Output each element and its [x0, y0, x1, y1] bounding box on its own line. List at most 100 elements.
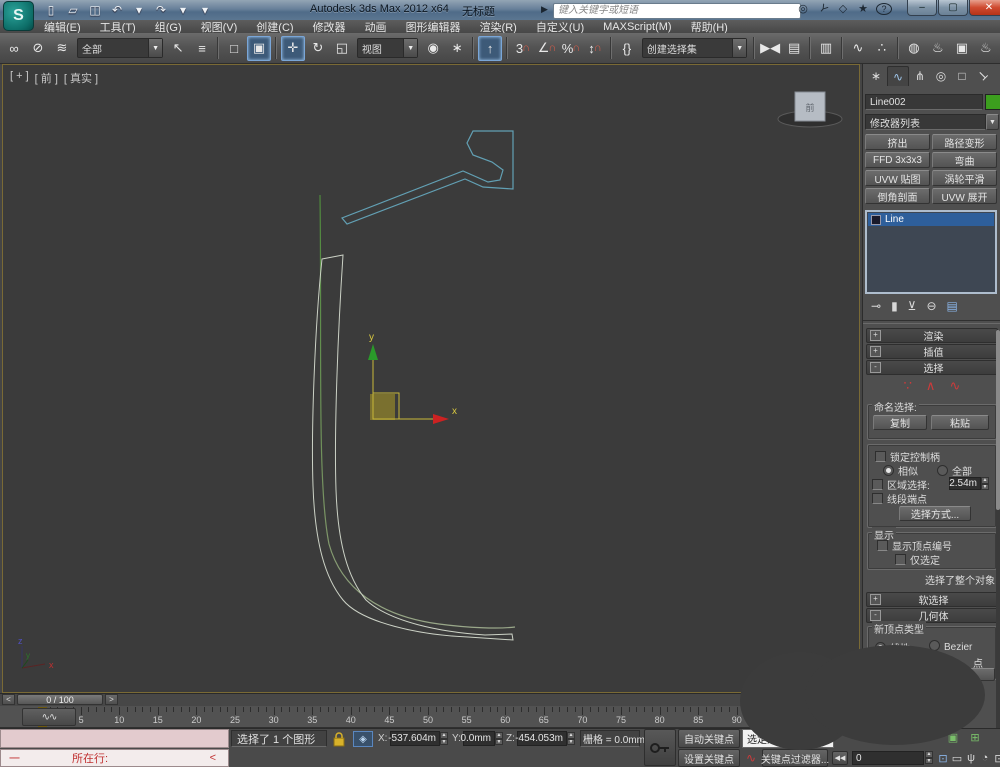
menu-item-10[interactable]: MAXScript(M): [603, 21, 671, 33]
material-editor-icon[interactable]: ◍: [903, 37, 925, 60]
maxscript-mini-listener[interactable]: 一 所在行: <: [0, 749, 229, 767]
select-and-scale-icon[interactable]: ◱: [331, 37, 353, 60]
rectangular-selection-region-icon[interactable]: □: [223, 37, 245, 60]
spinner-snap-icon[interactable]: ↕ ∩: [584, 37, 606, 60]
rollout-interpolation[interactable]: + 插值: [866, 344, 998, 359]
selected-only-checkbox[interactable]: 仅选定: [895, 552, 940, 567]
previous-frame-arrow[interactable]: <: [2, 694, 15, 705]
checkbox-icon[interactable]: [872, 479, 883, 490]
select-and-move-icon[interactable]: ✛: [280, 35, 305, 61]
set-keys-button[interactable]: [644, 729, 676, 766]
area-selection-checkbox[interactable]: 区域选择:: [872, 477, 930, 492]
object-name-field[interactable]: Line002: [865, 94, 983, 110]
field-of-view-icon[interactable]: ▭: [950, 751, 964, 765]
alike-radio[interactable]: 相似: [883, 463, 918, 478]
rollout-selection[interactable]: - 选择: [866, 360, 998, 375]
redo-icon[interactable]: ↷: [152, 2, 170, 17]
y-coord-field[interactable]: 0.0mm: [460, 731, 495, 746]
use-pivot-center-icon[interactable]: ◉: [422, 37, 444, 60]
edit-named-sets-icon[interactable]: {}: [616, 37, 638, 60]
select-and-manipulate-icon[interactable]: ∗: [446, 37, 468, 60]
modifier-button-7[interactable]: UVW 展开: [932, 188, 997, 204]
zoom-region-icon[interactable]: ⊡: [936, 751, 950, 765]
save-file-icon[interactable]: ◫: [86, 2, 104, 17]
align-icon[interactable]: ▤: [783, 37, 805, 60]
shape-line-green[interactable]: [319, 194, 516, 629]
pan-hand-icon[interactable]: ψ: [964, 751, 978, 765]
viewport-label-menu-0[interactable]: [ + ]: [10, 70, 29, 86]
dropdown-arrow-icon[interactable]: ▼: [732, 39, 747, 57]
selection-filter-dropdown[interactable]: 全部 ▼: [76, 38, 164, 58]
search-input[interactable]: 键入关键字或短语: [553, 3, 801, 19]
all-radio[interactable]: 全部: [937, 463, 972, 478]
next-frame-arrow[interactable]: >: [105, 694, 118, 705]
rollout-soft-selection[interactable]: + 软选择: [866, 592, 998, 607]
tab-modify[interactable]: ∿: [887, 66, 909, 86]
shape-hammer-spline[interactable]: [341, 130, 514, 225]
area-selection-spinner[interactable]: ▲ ▼: [981, 477, 989, 490]
maximize-viewport-icon[interactable]: ⊡: [992, 751, 1000, 765]
copy-button[interactable]: 复制: [873, 415, 927, 430]
reference-coordinate-dropdown[interactable]: 视图 ▼: [356, 38, 419, 58]
paste-button[interactable]: 粘贴: [931, 415, 989, 430]
y-coord-spinner[interactable]: ▲ ▼: [495, 732, 503, 745]
area-selection-value[interactable]: 2.54m: [949, 477, 981, 490]
modifier-list-dropdown[interactable]: 修改器列表: [865, 114, 986, 130]
radio-icon[interactable]: [883, 465, 894, 476]
auto-key-button[interactable]: 自动关键点: [678, 729, 740, 748]
segment-end-checkbox[interactable]: 线段端点: [872, 491, 927, 506]
modifier-button-2[interactable]: FFD 3x3x3: [865, 152, 930, 168]
viewcube[interactable]: 前: [777, 91, 843, 128]
render-setup-icon[interactable]: ♨: [927, 37, 949, 60]
favorites-star-icon[interactable]: ★: [856, 2, 870, 15]
rollout-expand-icon[interactable]: +: [870, 594, 881, 605]
redo-dropdown-icon[interactable]: ▾: [174, 2, 192, 17]
lock-handles-checkbox[interactable]: 锁定控制柄: [875, 449, 940, 464]
viewport-label-menu-2[interactable]: [ 真实 ]: [64, 70, 98, 86]
key-filters-button[interactable]: 关键点过滤器...: [761, 749, 829, 767]
segment-subobject-icon[interactable]: ∧: [926, 378, 936, 394]
tab-create[interactable]: ∗: [866, 66, 886, 85]
x-coord-spinner[interactable]: ▲ ▼: [440, 732, 448, 745]
named-sets-dropdown[interactable]: 创建选择集 ▼: [641, 38, 748, 58]
modifier-button-5[interactable]: 涡轮平滑: [932, 170, 997, 186]
new-file-icon[interactable]: ▯: [42, 2, 60, 17]
current-frame-field[interactable]: 0: [852, 751, 924, 765]
curve-editor-icon[interactable]: ∿: [847, 37, 869, 60]
minimize-button[interactable]: –: [907, 0, 937, 16]
tab-utilities[interactable]: T: [969, 62, 997, 90]
wrench-icon[interactable]: Y: [814, 0, 832, 18]
toolbar-options-icon[interactable]: ▾: [196, 2, 214, 17]
close-button[interactable]: ✕: [969, 0, 1000, 16]
checkbox-icon[interactable]: [895, 554, 906, 565]
window-crossing-icon[interactable]: ▣: [247, 35, 271, 61]
modifier-list-arrow-icon[interactable]: ▼: [986, 114, 999, 130]
maximize-button[interactable]: ▢: [938, 0, 968, 16]
open-file-icon[interactable]: ▱: [64, 2, 82, 17]
listener-chevron-icon[interactable]: <: [210, 752, 216, 764]
spline-subobject-icon[interactable]: ∿: [949, 378, 960, 394]
unlink-selection-icon[interactable]: ⊘: [27, 37, 49, 60]
selection-lock-toggle[interactable]: [329, 731, 349, 747]
set-key-button[interactable]: 设置关键点: [678, 749, 740, 767]
dropdown-arrow-icon[interactable]: ▼: [148, 39, 163, 57]
application-menu-button[interactable]: S: [3, 1, 34, 31]
rollout-expand-icon[interactable]: -: [870, 362, 881, 373]
layer-manager-icon[interactable]: ▥: [815, 37, 837, 60]
zoom-extents-all-icon[interactable]: ⊞: [968, 730, 982, 744]
x-coord-field[interactable]: -537.604m: [388, 731, 440, 746]
select-and-rotate-icon[interactable]: ↻: [307, 37, 329, 60]
render-production-icon[interactable]: ♨: [975, 37, 997, 60]
mini-curve-editor-button[interactable]: ∿∿: [22, 708, 76, 726]
rollout-expand-icon[interactable]: -: [870, 610, 881, 621]
rollout-expand-icon[interactable]: +: [870, 346, 881, 357]
modifier-stack[interactable]: Line: [865, 210, 997, 294]
search-collapse-icon[interactable]: ▶: [541, 4, 548, 15]
undo-icon[interactable]: ↶: [108, 2, 126, 17]
panel-scrollbar[interactable]: [996, 330, 1000, 760]
go-to-start-button[interactable]: ◀◀: [832, 751, 848, 765]
gizmo-y-arrow[interactable]: [368, 344, 378, 360]
search-icon[interactable]: ◎: [796, 2, 810, 15]
bind-to-spacewarp-icon[interactable]: ≋: [51, 37, 73, 60]
object-color-swatch[interactable]: [985, 94, 1000, 110]
